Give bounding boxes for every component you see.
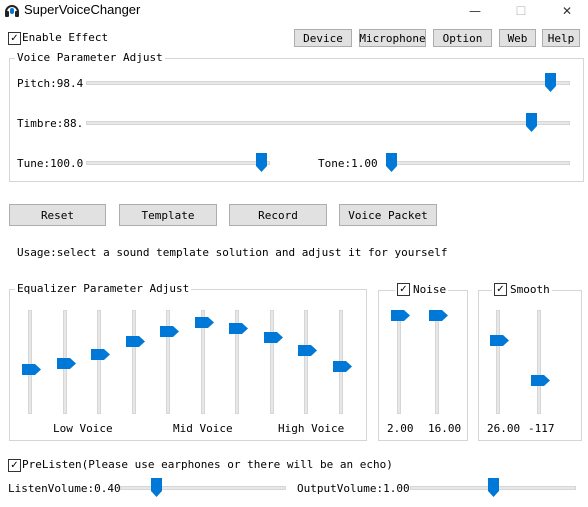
mid-voice-label: Mid Voice bbox=[173, 422, 233, 435]
usage-text: Usage:select a sound template solution a… bbox=[17, 246, 448, 259]
title-bar: SuperVoiceChanger — ☐ ✕ bbox=[0, 0, 588, 22]
checkmark-icon: ✓ bbox=[399, 284, 408, 295]
smooth-slider-1-track[interactable] bbox=[496, 310, 500, 414]
tune-slider-thumb[interactable] bbox=[255, 153, 267, 172]
noise-slider-2-value: 16.00 bbox=[428, 422, 462, 435]
high-voice-label: High Voice bbox=[278, 422, 345, 435]
eq-band-3-track[interactable] bbox=[97, 310, 101, 414]
pitch-slider-track[interactable] bbox=[86, 81, 570, 85]
timbre-slider-thumb[interactable] bbox=[525, 113, 537, 132]
checkmark-icon: ✓ bbox=[496, 284, 505, 295]
eq-band-6-thumb[interactable] bbox=[195, 316, 214, 328]
tune-slider-track[interactable] bbox=[86, 161, 270, 165]
noise-slider-1-track[interactable] bbox=[397, 310, 401, 414]
prelisten-label: PreListen(Please use earphones or there … bbox=[22, 458, 393, 471]
timbre-label: Timbre:88. bbox=[17, 117, 84, 130]
noise-slider-1-thumb[interactable] bbox=[391, 310, 410, 321]
minimize-button[interactable]: — bbox=[452, 0, 498, 22]
maximize-icon: ☐ bbox=[515, 4, 527, 18]
noise-slider-2-track[interactable] bbox=[435, 310, 439, 414]
eq-band-5-thumb[interactable] bbox=[160, 325, 179, 337]
headphones-icon bbox=[5, 5, 19, 17]
record-button[interactable]: Record bbox=[229, 204, 327, 226]
output-volume-label: OutputVolume:1.00 bbox=[297, 482, 410, 495]
tone-label: Tone:1.00 bbox=[318, 157, 378, 170]
listen-volume-label: ListenVolume:0.40 bbox=[8, 482, 121, 495]
smooth-slider-2-thumb[interactable] bbox=[531, 375, 550, 387]
smooth-slider-2-track[interactable] bbox=[537, 310, 541, 414]
timbre-slider-track[interactable] bbox=[86, 121, 570, 125]
checkmark-icon: ✓ bbox=[10, 460, 19, 471]
noise-legend: ✓ Noise bbox=[395, 283, 449, 296]
smooth-slider-1-thumb[interactable] bbox=[490, 335, 509, 347]
minimize-icon: — bbox=[469, 4, 481, 18]
smooth-checkbox[interactable]: ✓ bbox=[494, 283, 507, 296]
close-icon: ✕ bbox=[561, 4, 573, 18]
option-button[interactable]: Option bbox=[433, 29, 492, 47]
voice-packet-button[interactable]: Voice Packet bbox=[339, 204, 437, 226]
close-button[interactable]: ✕ bbox=[544, 0, 588, 22]
template-button[interactable]: Template bbox=[119, 204, 217, 226]
eq-band-1-thumb[interactable] bbox=[22, 363, 41, 375]
output-volume-thumb[interactable] bbox=[487, 478, 499, 497]
eq-band-8-thumb[interactable] bbox=[264, 332, 283, 344]
eq-band-3-thumb[interactable] bbox=[91, 349, 110, 361]
eq-band-9-thumb[interactable] bbox=[298, 345, 317, 357]
eq-band-8-track[interactable] bbox=[270, 310, 274, 414]
smooth-legend: ✓ Smooth bbox=[492, 283, 552, 296]
eq-band-1-track[interactable] bbox=[28, 310, 32, 414]
eq-band-2-thumb[interactable] bbox=[57, 358, 76, 370]
eq-band-4-track[interactable] bbox=[132, 310, 136, 414]
pitch-slider-thumb[interactable] bbox=[544, 73, 556, 92]
pitch-label: Pitch:98.4 bbox=[17, 77, 84, 90]
reset-button[interactable]: Reset bbox=[9, 204, 106, 226]
web-button[interactable]: Web bbox=[499, 29, 536, 47]
microphone-button[interactable]: Microphone bbox=[359, 29, 426, 47]
enable-effect-checkbox[interactable]: ✓ bbox=[8, 32, 21, 45]
listen-volume-track[interactable] bbox=[120, 486, 286, 490]
smooth-slider-1-value: 26.00 bbox=[487, 422, 521, 435]
eq-band-10-thumb[interactable] bbox=[333, 361, 352, 373]
checkmark-icon: ✓ bbox=[10, 33, 19, 44]
low-voice-label: Low Voice bbox=[53, 422, 113, 435]
noise-checkbox[interactable]: ✓ bbox=[397, 283, 410, 296]
eq-band-4-thumb[interactable] bbox=[126, 336, 145, 348]
noise-slider-1-value: 2.00 bbox=[387, 422, 414, 435]
equalizer-legend: Equalizer Parameter Adjust bbox=[15, 282, 192, 295]
noise-label: Noise bbox=[413, 283, 447, 296]
help-button[interactable]: Help bbox=[542, 29, 580, 47]
device-button[interactable]: Device bbox=[294, 29, 352, 47]
eq-band-9-track[interactable] bbox=[304, 310, 308, 414]
window-title: SuperVoiceChanger bbox=[24, 2, 141, 17]
eq-band-7-thumb[interactable] bbox=[229, 323, 248, 335]
noise-slider-2-thumb[interactable] bbox=[429, 310, 448, 321]
tone-slider-track[interactable] bbox=[386, 161, 570, 165]
prelisten-checkbox[interactable]: ✓ bbox=[8, 459, 21, 472]
listen-volume-thumb[interactable] bbox=[151, 478, 162, 497]
maximize-button: ☐ bbox=[498, 0, 544, 22]
smooth-group bbox=[478, 290, 582, 441]
smooth-label: Smooth bbox=[510, 283, 550, 296]
smooth-slider-2-value: -117 bbox=[528, 422, 555, 435]
voice-parameter-legend: Voice Parameter Adjust bbox=[15, 51, 165, 64]
tune-label: Tune:100.0 bbox=[17, 157, 84, 170]
tone-slider-thumb[interactable] bbox=[386, 153, 397, 172]
enable-effect-label: Enable Effect bbox=[22, 31, 109, 44]
